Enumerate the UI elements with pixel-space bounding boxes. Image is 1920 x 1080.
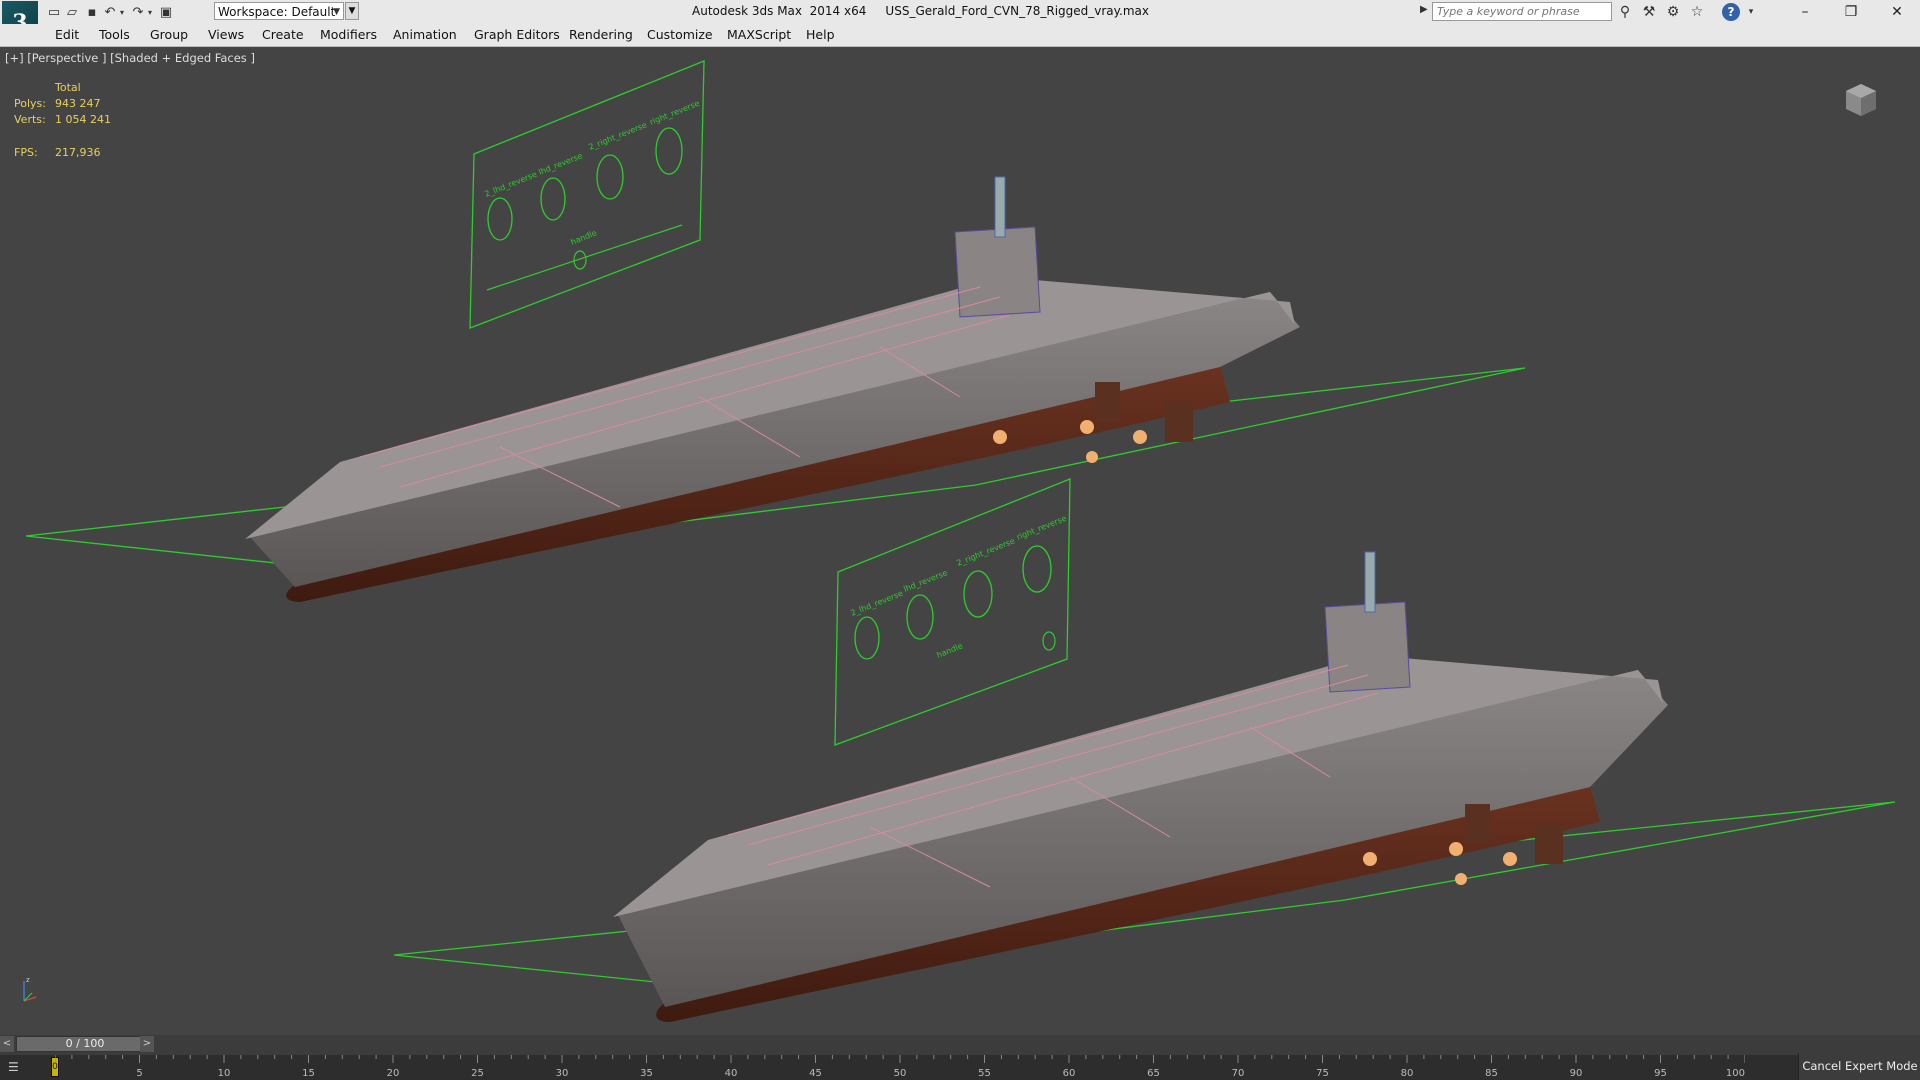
axis-tripod-icon: z	[23, 976, 37, 1002]
rig-control-panel-bottom[interactable]: 2_lhd_reverse lhd_reverse 2_right_revers…	[834, 478, 1071, 746]
ruler-tick-label: 15	[302, 1068, 315, 1079]
rig-control-circle-4[interactable]	[655, 127, 683, 175]
close-button[interactable]: ✕	[1874, 0, 1920, 24]
menu-modifiers[interactable]: Modifiers	[320, 27, 377, 42]
axis-z-label: z	[26, 976, 30, 984]
new-file-icon[interactable]: ▭	[46, 3, 62, 21]
menu-graph-editors[interactable]: Graph Editors	[474, 27, 560, 42]
ruler-tick-label: 80	[1401, 1068, 1414, 1079]
mast-bottom	[1364, 551, 1376, 613]
ruler-tick-label: 5	[136, 1068, 142, 1079]
rig-handle-label-top: handle	[569, 228, 598, 247]
ruler-tick-label: 35	[640, 1068, 653, 1079]
time-slider-bar: < 0 / 100 >	[0, 1035, 1920, 1055]
ruler-tick-label: 30	[556, 1068, 569, 1079]
rig-label-3: 2_right_reverse	[587, 120, 648, 152]
ruler-tick-label: 75	[1316, 1068, 1329, 1079]
mast-top	[994, 176, 1006, 238]
binoculars-icon[interactable]: ⚲	[1616, 3, 1634, 21]
ruler-tick-label: 55	[978, 1068, 991, 1079]
search-expand-icon[interactable]: ▶	[1420, 4, 1428, 15]
rig-label-4: right_reverse	[648, 99, 700, 127]
rig-control-circle-5[interactable]	[854, 616, 880, 660]
save-file-icon[interactable]: ▪	[84, 3, 100, 21]
ruler-tick-label: 10	[218, 1068, 231, 1079]
undo-icon[interactable]: ↶	[102, 3, 118, 21]
rig-handle-circle-bottom[interactable]	[1042, 631, 1056, 651]
help-dropdown-icon[interactable]: ▾	[1742, 3, 1760, 21]
chevron-down-icon: ▼	[333, 7, 340, 17]
rig-label-7: 2_right_reverse	[955, 536, 1016, 568]
cancel-expert-mode-button[interactable]: Cancel Expert Mode	[1798, 1053, 1920, 1080]
rig-label-6: lhd_reverse	[902, 568, 949, 594]
rig-control-circle-3[interactable]	[596, 154, 624, 200]
time-slider[interactable]: 0 / 100	[16, 1036, 154, 1052]
scene-canvas[interactable]: 2_lhd_reverse lhd_reverse 2_right_revers…	[0, 47, 1920, 1035]
rig-control-circle-6[interactable]	[906, 594, 934, 640]
menu-group[interactable]: Group	[150, 27, 188, 42]
title-bar: 3 ▭ ▱ ▪ ↶ ▾ ↷ ▾ ▣ Workspace: Default ▼ ▼ …	[0, 0, 1920, 45]
menu-customize[interactable]: Customize	[647, 27, 713, 42]
ruler-tick-label: 90	[1570, 1068, 1583, 1079]
rig-control-panel-top[interactable]: 2_lhd_reverse lhd_reverse 2_right_revers…	[469, 60, 705, 329]
rig-panel-frame-top	[469, 60, 705, 329]
workspace-select[interactable]: Workspace: Default ▼	[214, 2, 344, 20]
rig-label-1: 2_lhd_reverse	[483, 170, 538, 199]
carrier-model-top[interactable]	[25, 176, 1526, 602]
ruler-tick-label: 45	[809, 1068, 822, 1079]
menu-create[interactable]: Create	[262, 27, 304, 42]
ruler-tick-label: 100	[1726, 1068, 1745, 1079]
workspace-label: Workspace: Default	[218, 5, 336, 19]
project-folder-icon[interactable]: ▣	[158, 3, 174, 21]
rig-control-circle-8[interactable]	[1022, 545, 1052, 593]
redo-dropdown-icon[interactable]: ▾	[146, 3, 154, 21]
rig-panel-frame-bottom	[834, 478, 1071, 746]
quick-access-dropdown-icon[interactable]: ▼	[345, 2, 359, 20]
rig-handle-label-bottom: handle	[935, 641, 964, 660]
menu-edit[interactable]: Edit	[55, 27, 79, 42]
open-file-icon[interactable]: ▱	[64, 3, 80, 21]
rig-control-circle-1[interactable]	[487, 197, 513, 241]
favorites-star-icon[interactable]: ☆	[1688, 3, 1706, 21]
ruler-tick-label: 85	[1485, 1068, 1498, 1079]
ruler-tick-label: 40	[725, 1068, 738, 1079]
window-title: Autodesk 3ds Max 2014 x64 USS_Gerald_For…	[692, 4, 1150, 18]
undo-dropdown-icon[interactable]: ▾	[118, 3, 126, 21]
menu-animation[interactable]: Animation	[393, 27, 457, 42]
restore-button[interactable]: ❐	[1828, 0, 1874, 24]
rig-label-8: right_reverse	[1015, 514, 1067, 542]
communication-center-icon[interactable]: ⚙	[1664, 3, 1682, 21]
minimize-button[interactable]: –	[1782, 0, 1828, 24]
ruler-tick-label: 50	[894, 1068, 907, 1079]
rig-label-2: lhd_reverse	[537, 151, 584, 177]
search-input[interactable]	[1432, 2, 1612, 21]
ruler-tick-label: 60	[1063, 1068, 1076, 1079]
perspective-viewport[interactable]: [+] [Perspective ] [Shaded + Edged Faces…	[0, 47, 1920, 1035]
previous-frame-button[interactable]: <	[0, 1036, 14, 1052]
island-top	[954, 226, 1041, 318]
ruler-tick-label: 20	[387, 1068, 400, 1079]
menu-maxscript[interactable]: MAXScript	[727, 27, 791, 42]
island-bottom	[1324, 601, 1411, 693]
ruler-tick-label: 70	[1232, 1068, 1245, 1079]
ruler-tick-label: 95	[1654, 1068, 1667, 1079]
next-frame-button[interactable]: >	[140, 1036, 154, 1052]
rig-control-circle-2[interactable]	[540, 177, 566, 221]
rig-control-circle-7[interactable]	[963, 570, 993, 618]
menu-rendering[interactable]: Rendering	[569, 27, 633, 42]
menu-views[interactable]: Views	[208, 27, 244, 42]
carrier-model-bottom[interactable]	[393, 551, 1896, 1022]
mini-curve-editor-icon[interactable]: ☰	[8, 1060, 30, 1076]
menu-help[interactable]: Help	[806, 27, 835, 42]
track-bar[interactable]: ☰ 0 5 10 15 20 25 30 35 40 45 50 55 60 65 70 75 80 85 90 9…	[0, 1055, 1920, 1080]
ruler-tick-label: 65	[1147, 1068, 1160, 1079]
ruler-tick-label: 25	[471, 1068, 484, 1079]
subscription-icon[interactable]: ⚒	[1640, 3, 1658, 21]
help-icon[interactable]: ?	[1722, 3, 1740, 21]
menu-bar: Edit Tools Group Views Create Modifiers …	[0, 24, 1920, 47]
rig-label-5: 2_lhd_reverse	[849, 589, 904, 618]
frame-ruler[interactable]: 5 10 15 20 25 30 35 40 45 50 55 60 65 70 75 80 85 90 95 100	[55, 1055, 1745, 1080]
redo-icon[interactable]: ↷	[130, 3, 146, 21]
menu-tools[interactable]: Tools	[99, 27, 130, 42]
